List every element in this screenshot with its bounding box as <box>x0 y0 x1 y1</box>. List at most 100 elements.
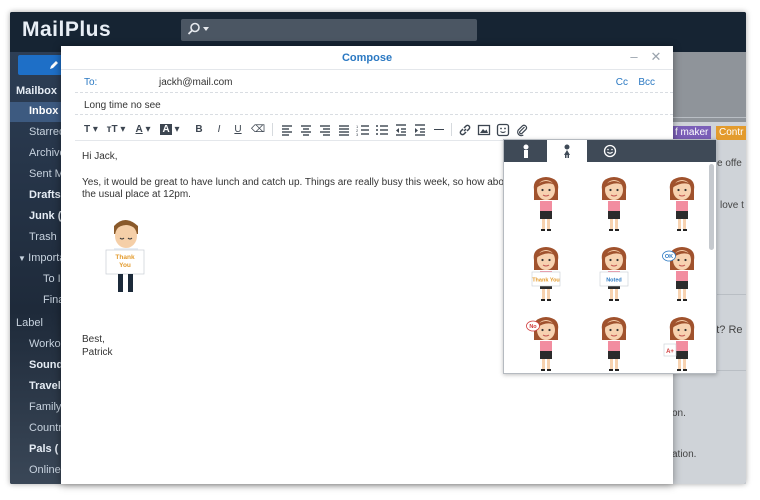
sidebar: Mailbox Inbox Starred Archive Sent M Dra… <box>10 52 66 484</box>
sticker-item[interactable]: Noted <box>594 244 634 304</box>
sidebar-label-online[interactable]: Online <box>10 461 66 481</box>
font-family-icon[interactable]: T ▾ <box>82 123 100 137</box>
sticker-item[interactable]: No <box>526 314 566 374</box>
minimize-icon[interactable]: – <box>627 50 641 64</box>
subject-field[interactable]: Long time no see <box>75 94 673 115</box>
sidebar-item-fina[interactable]: Fina <box>10 291 66 311</box>
align-right-icon[interactable] <box>318 123 332 137</box>
sticker-item[interactable] <box>662 174 702 234</box>
sidebar-label-workout[interactable]: Worko <box>10 335 66 355</box>
font-size-icon[interactable]: ᴛT ▾ <box>105 123 127 137</box>
outdent-icon[interactable] <box>394 123 408 137</box>
sticker-item[interactable]: OK <box>662 244 702 304</box>
text-color-icon[interactable]: A ▾ <box>134 123 152 137</box>
tab-sticker-girl[interactable] <box>547 140 587 162</box>
sidebar-item-to[interactable]: To I <box>10 270 66 290</box>
svg-text:Thank: Thank <box>115 254 135 261</box>
sidebar-label-sound[interactable]: Sound <box>10 356 66 376</box>
chevron-down-icon[interactable] <box>203 27 209 32</box>
thank-you-sticker: Thank You <box>105 220 145 292</box>
body-signature: Patrick <box>82 347 113 358</box>
divider <box>672 117 746 118</box>
sidebar-label-pals[interactable]: Pals ( <box>10 440 66 460</box>
bold-icon[interactable]: B <box>193 123 205 137</box>
toolbar-divider <box>272 123 273 136</box>
toolbar-divider <box>451 123 452 136</box>
svg-text:Noted: Noted <box>606 278 622 284</box>
sidebar-label-family[interactable]: Family <box>10 398 66 418</box>
tab-emoji[interactable] <box>590 140 630 162</box>
clear-format-icon[interactable]: ⌫ <box>251 123 265 137</box>
sticker-item[interactable] <box>594 314 634 374</box>
bullet-list-icon[interactable] <box>375 123 389 137</box>
compose-title: Compose <box>341 52 393 64</box>
svg-text:A+: A+ <box>666 349 674 355</box>
italic-icon[interactable]: I <box>213 123 225 137</box>
sticker-item[interactable]: A+ <box>662 314 702 374</box>
insert-image-icon[interactable] <box>477 123 491 137</box>
svg-text:No: No <box>529 324 537 330</box>
sticker-tabs <box>504 140 716 162</box>
justify-icon[interactable] <box>337 123 351 137</box>
pencil-icon <box>50 61 58 69</box>
horizontal-rule-icon[interactable]: — <box>433 123 445 137</box>
sidebar-item-trash[interactable]: Trash <box>10 228 66 248</box>
sticker-icon[interactable] <box>496 123 510 137</box>
search-icon <box>187 22 200 35</box>
sidebar-item-important[interactable]: ▼ Importa <box>10 249 66 269</box>
body-line: the usual place at 12pm. <box>82 189 191 200</box>
sticker-item[interactable]: Thank You <box>526 244 566 304</box>
sidebar-item-archive[interactable]: Archive <box>10 144 66 164</box>
sidebar-item-inbox[interactable]: Inbox <box>10 102 66 122</box>
subject-value[interactable]: Long time no see <box>84 100 161 111</box>
body-greeting: Hi Jack, <box>82 151 118 162</box>
sidebar-heading-label: Label <box>16 317 43 329</box>
message-list-header <box>672 52 746 122</box>
message-snippet[interactable]: on. <box>672 408 686 419</box>
indent-icon[interactable] <box>413 123 427 137</box>
smiley-icon <box>603 144 617 158</box>
app-logo: MailPlus <box>22 18 112 41</box>
link-icon[interactable] <box>458 123 472 137</box>
sidebar-label-travel[interactable]: Travel <box>10 377 66 397</box>
sticker-item[interactable] <box>594 174 634 234</box>
close-icon[interactable]: ✕ <box>649 50 663 64</box>
sidebar-item-important-label: Importa <box>28 252 66 264</box>
svg-text:3: 3 <box>356 132 359 137</box>
label-tag[interactable]: f maker <box>672 126 712 140</box>
attachment-icon[interactable] <box>515 123 529 137</box>
tab-sticker-boy[interactable] <box>506 140 546 162</box>
sticker-scrollbar[interactable] <box>709 164 714 250</box>
svg-text:Thank You: Thank You <box>532 278 560 284</box>
search-input[interactable] <box>181 19 477 41</box>
cc-link[interactable]: Cc <box>616 77 628 88</box>
to-label: To: <box>84 77 98 88</box>
underline-icon[interactable]: U <box>232 123 244 137</box>
highlight-color-icon[interactable]: A ▾ <box>160 123 180 137</box>
sidebar-item-starred[interactable]: Starred <box>10 123 66 143</box>
sidebar-item-junk[interactable]: Junk ( <box>10 207 66 227</box>
sticker-panel: Thank You Noted OK No A+ <box>503 139 717 374</box>
message-snippet[interactable]: love t <box>720 200 744 211</box>
align-center-icon[interactable] <box>299 123 313 137</box>
bcc-link[interactable]: Bcc <box>638 77 655 88</box>
message-snippet[interactable]: ation. <box>672 449 696 460</box>
sidebar-item-sent[interactable]: Sent M <box>10 165 66 185</box>
girl-icon <box>564 144 570 158</box>
svg-text:OK: OK <box>665 254 673 260</box>
to-value[interactable]: jackh@mail.com <box>159 77 233 88</box>
numbered-list-icon[interactable]: 123 <box>356 123 370 137</box>
compose-button[interactable] <box>18 55 63 75</box>
sidebar-item-drafts[interactable]: Drafts <box>10 186 66 206</box>
align-left-icon[interactable] <box>280 123 294 137</box>
to-field[interactable]: To: jackh@mail.com Cc Bcc <box>75 72 673 93</box>
sidebar-label-country[interactable]: Countr <box>10 419 66 439</box>
svg-text:You: You <box>119 262 131 269</box>
label-tag[interactable]: Contr <box>716 126 746 140</box>
format-toolbar: T ▾ ᴛT ▾ A ▾ A ▾ B I U ⌫ 123 — <box>75 119 673 141</box>
boy-icon <box>523 144 529 158</box>
sticker-item[interactable] <box>526 174 566 234</box>
body-closing: Best, <box>82 334 105 345</box>
expand-caret-icon: ▼ <box>18 254 29 263</box>
compose-header: Compose – ✕ <box>61 46 673 70</box>
